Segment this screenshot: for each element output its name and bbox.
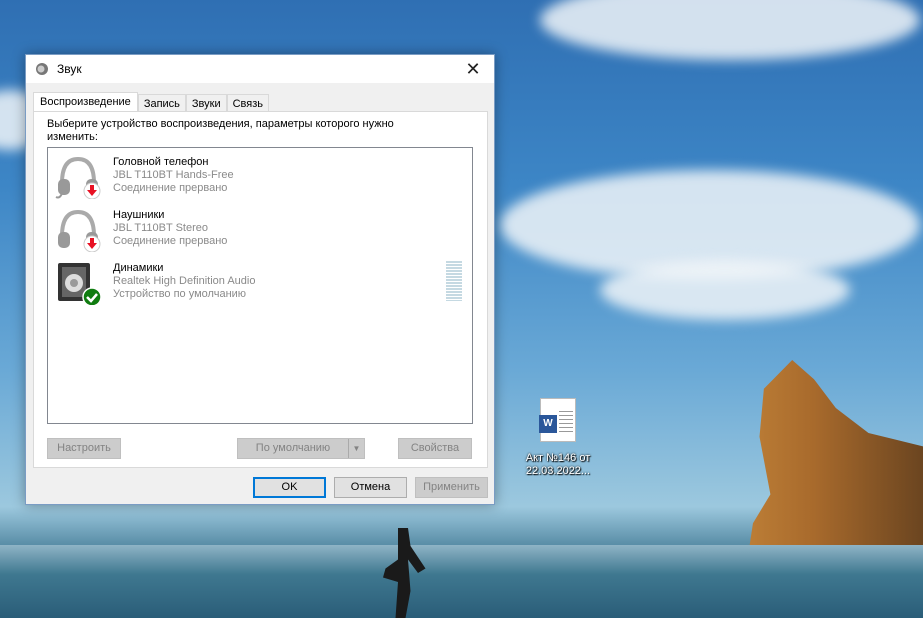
device-item-headphones[interactable]: Наушники JBL T110BT Stereo Соединение пр… <box>54 205 464 255</box>
sound-dialog: Звук ✕ Воспроизведение Запись Звуки Связ… <box>25 54 495 505</box>
device-model: JBL T110BT Stereo <box>113 222 208 234</box>
chevron-down-icon[interactable]: ▼ <box>348 439 364 458</box>
device-status: Соединение прервано <box>113 235 228 247</box>
device-name: Динамики <box>113 262 164 274</box>
device-item-speakers[interactable]: Динамики Realtek High Definition Audio У… <box>54 258 464 308</box>
volume-level-meter <box>446 261 462 301</box>
dialog-title: Звук <box>57 62 82 76</box>
cancel-button[interactable]: Отмена <box>334 477 407 498</box>
cloud <box>600 260 850 320</box>
cloud <box>540 0 920 60</box>
playback-panel: Выберите устройство воспроизведения, пар… <box>33 111 488 468</box>
title-bar[interactable]: Звук ✕ <box>26 55 494 83</box>
device-status: Соединение прервано <box>113 182 228 194</box>
desktop-icon-word-document[interactable]: W Акт №146 от 22.03.2022... <box>522 398 594 478</box>
tab-bar: Воспроизведение Запись Звуки Связь <box>33 92 270 113</box>
headset-icon <box>55 156 101 199</box>
instruction-text: Выберите устройство воспроизведения, пар… <box>47 118 394 143</box>
device-name: Головной телефон <box>113 156 209 168</box>
ok-button[interactable]: OK <box>253 477 326 498</box>
device-status: Устройство по умолчанию <box>113 288 247 300</box>
desktop-icon-label: Акт №146 от 22.03.2022... <box>525 452 591 477</box>
device-name: Наушники <box>113 209 165 221</box>
speaker-icon <box>58 263 102 305</box>
configure-button[interactable]: Настроить <box>47 438 121 459</box>
device-model: JBL T110BT Hands-Free <box>113 169 234 181</box>
speaker-app-icon <box>36 63 48 75</box>
set-default-button[interactable]: По умолчанию ▼ <box>237 438 365 459</box>
set-default-label: По умолчанию <box>255 442 331 454</box>
sea <box>0 545 923 618</box>
rock-formation <box>748 360 923 552</box>
close-button[interactable]: ✕ <box>458 57 488 81</box>
device-model: Realtek High Definition Audio <box>113 275 256 287</box>
headphones-icon <box>58 209 101 252</box>
device-item-headset[interactable]: Головной телефон JBL T110BT Hands-Free С… <box>54 152 464 202</box>
word-document-icon: W <box>539 398 576 442</box>
properties-button[interactable]: Свойства <box>398 438 472 459</box>
apply-button[interactable]: Применить <box>415 477 488 498</box>
device-list[interactable]: Головной телефон JBL T110BT Hands-Free С… <box>47 147 473 424</box>
tab-playback[interactable]: Воспроизведение <box>33 92 138 113</box>
